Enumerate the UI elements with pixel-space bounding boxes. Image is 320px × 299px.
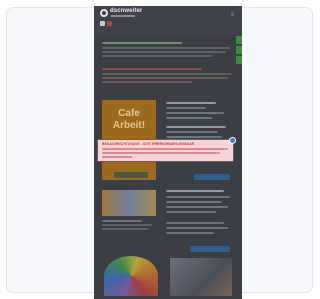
- text-line: [166, 196, 230, 198]
- side-tab[interactable]: [236, 36, 242, 44]
- warning-heading: [102, 68, 202, 70]
- text-line: [166, 131, 218, 133]
- side-tab[interactable]: [236, 56, 242, 64]
- text-line: [166, 136, 222, 138]
- site-logo-icon: [100, 9, 108, 17]
- text-line: [102, 51, 226, 53]
- text-line: [102, 228, 148, 230]
- notification-title: BENACHRICHTIGUNG - ICHT ERREICHBAR/LENKB…: [102, 142, 195, 146]
- text-line: [166, 112, 224, 114]
- text-line: [102, 77, 228, 79]
- article-image[interactable]: [102, 190, 156, 216]
- text-line: [166, 126, 226, 128]
- rainbow-graphic: [104, 256, 158, 296]
- text-line: [166, 206, 228, 208]
- side-tab[interactable]: [236, 46, 242, 54]
- promo-button[interactable]: [114, 172, 148, 178]
- text-line: [166, 201, 222, 203]
- menu-icon[interactable]: ≡: [230, 12, 234, 18]
- notification-text: [102, 156, 132, 158]
- text-line: [166, 222, 224, 224]
- text-line: [166, 107, 206, 109]
- people-photo: [170, 258, 232, 296]
- text-line: [166, 232, 214, 234]
- text-line: [102, 81, 192, 83]
- text-line: [166, 117, 212, 119]
- logo-tagline: [111, 15, 135, 17]
- text-line: [166, 102, 216, 104]
- notification-text: [102, 152, 220, 154]
- text-line: [166, 227, 228, 229]
- notice-heading: [102, 42, 182, 44]
- text-line: [102, 73, 232, 75]
- text-line: [166, 190, 224, 192]
- more-button[interactable]: [190, 246, 230, 252]
- close-icon[interactable]: [229, 137, 236, 144]
- site-header: dscnweiter ≡: [94, 6, 242, 36]
- text-line: [102, 55, 212, 57]
- notification-banner[interactable]: BENACHRICHTIGUNG - ICHT ERREICHBAR/LENKB…: [97, 137, 236, 162]
- site-logo-text: dscnweiter: [110, 8, 143, 14]
- text-line: [102, 224, 152, 226]
- text-line: [102, 220, 142, 222]
- notification-text: [102, 148, 228, 150]
- language-flag-icon[interactable]: [100, 21, 105, 26]
- promo-title: Cafe Arbeit!: [112, 108, 146, 131]
- read-more-button[interactable]: [194, 174, 230, 180]
- text-line: [102, 47, 230, 49]
- language-flag-icon[interactable]: [107, 21, 112, 26]
- text-line: [166, 211, 216, 213]
